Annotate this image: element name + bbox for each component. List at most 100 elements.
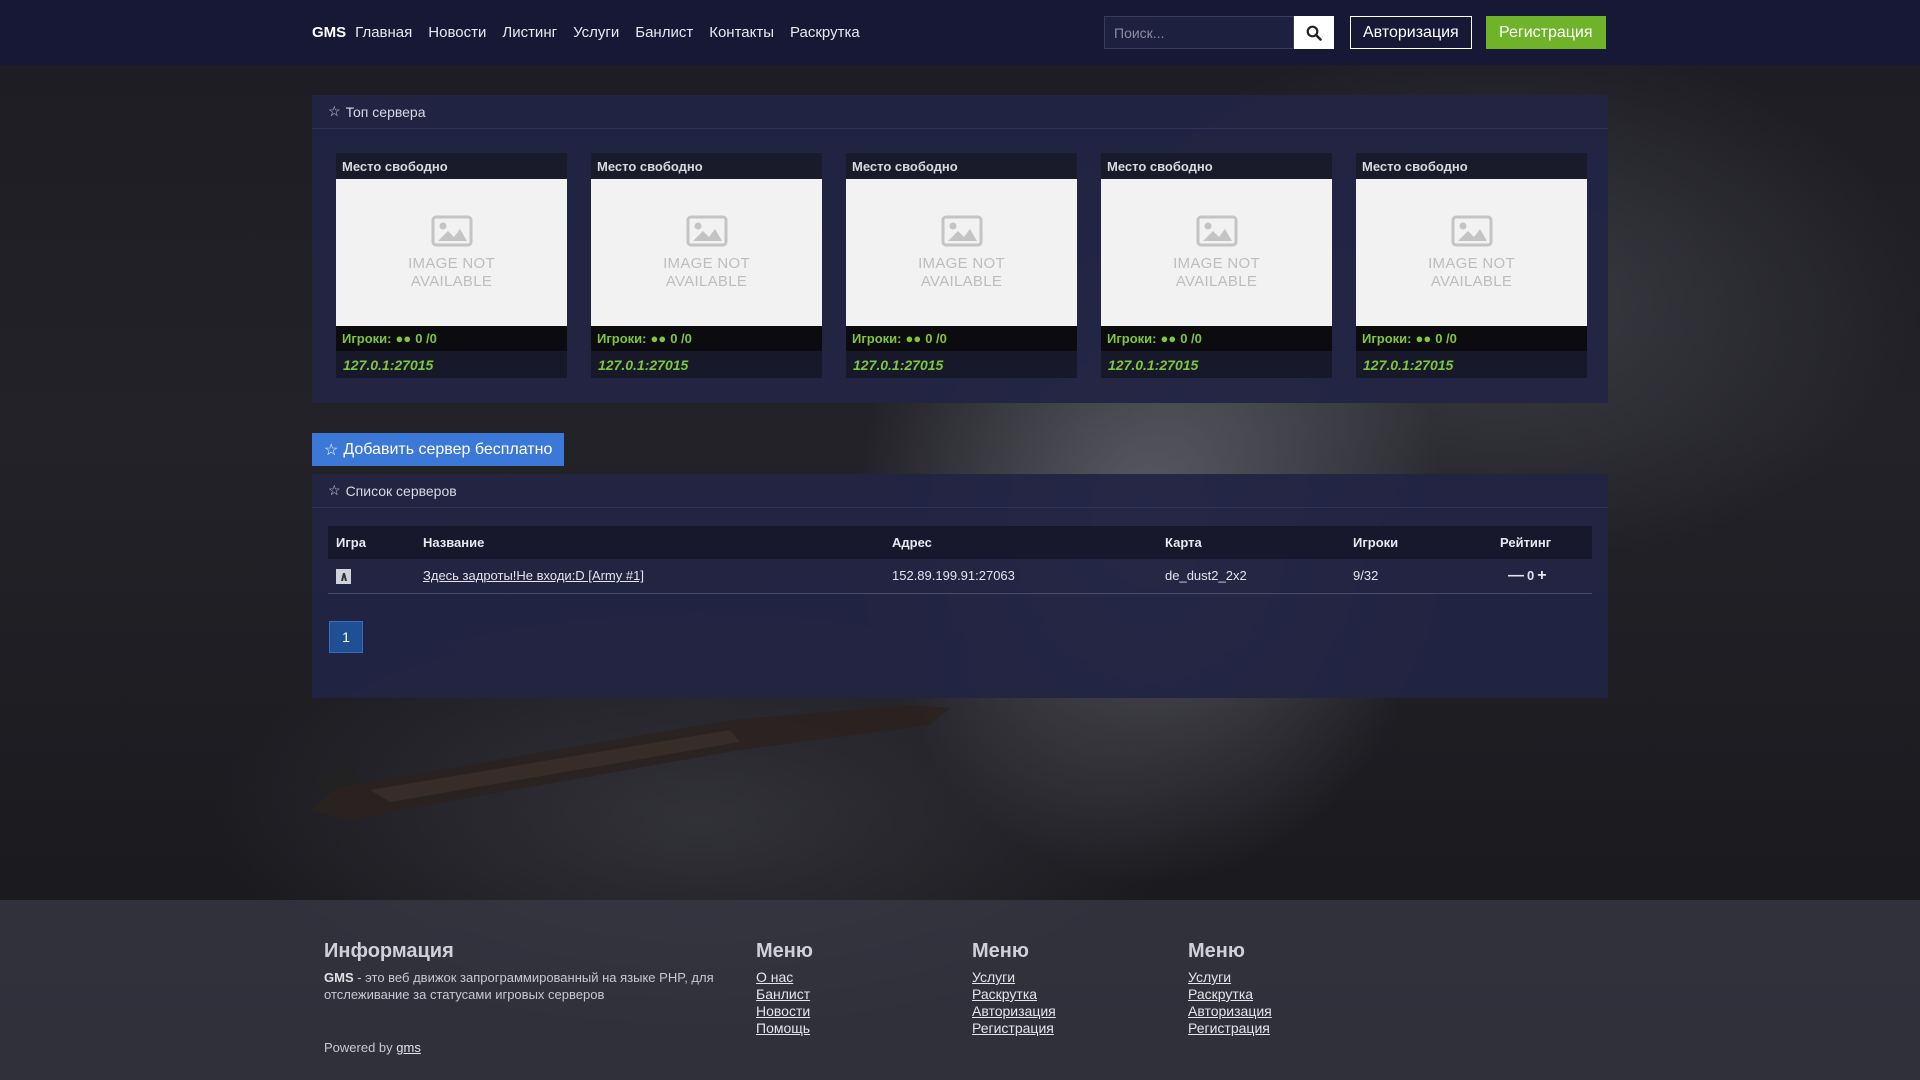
footer-link-login[interactable]: Авторизация bbox=[972, 1003, 1056, 1020]
star-icon: ☆ bbox=[328, 103, 341, 119]
card-image-text-1: IMAGE NOT bbox=[408, 254, 495, 272]
top-navbar: GMS Главная Новости Листинг Услуги Банли… bbox=[0, 0, 1920, 65]
server-name-link[interactable]: Здесь задроты!Не входи:D [Army #1] bbox=[423, 568, 644, 583]
server-card[interactable]: Место свободно IMAGE NOT AVAILABLE Игрок… bbox=[591, 153, 822, 378]
card-image: IMAGE NOT AVAILABLE bbox=[846, 179, 1077, 326]
server-list-title: Список серверов bbox=[345, 482, 457, 499]
footer-info-brand: GMS bbox=[324, 970, 354, 985]
column-players[interactable]: Игроки bbox=[1345, 526, 1492, 559]
server-card[interactable]: Место свободно IMAGE NOT AVAILABLE Игрок… bbox=[846, 153, 1077, 378]
footer-menu-1: Меню О нас Банлист Новости Помощь bbox=[756, 940, 813, 1037]
card-players: Игроки: ●● 0 /0 bbox=[846, 326, 1077, 351]
nav-menu: GMS Главная Новости Листинг Услуги Банли… bbox=[312, 0, 876, 65]
footer-link-banlist[interactable]: Банлист bbox=[756, 986, 813, 1003]
footer-link-login[interactable]: Авторизация bbox=[1188, 1003, 1272, 1020]
rifle-background-art bbox=[310, 705, 950, 820]
footer-link-help[interactable]: Помощь bbox=[756, 1020, 813, 1037]
card-image: IMAGE NOT AVAILABLE bbox=[336, 179, 567, 326]
footer-link-register[interactable]: Регистрация bbox=[972, 1020, 1056, 1037]
rating-minus-icon[interactable]: — bbox=[1508, 567, 1524, 585]
powered-by-prefix: Powered by bbox=[324, 1040, 397, 1055]
server-table: Игра Название Адрес Карта Игроки Рейтинг… bbox=[328, 526, 1592, 594]
footer-link-promotion[interactable]: Раскрутка bbox=[1188, 986, 1272, 1003]
card-image: IMAGE NOT AVAILABLE bbox=[1101, 179, 1332, 326]
nav-link-contacts[interactable]: Контакты bbox=[709, 24, 774, 41]
card-ip: 127.0.1:27015 bbox=[846, 351, 1077, 378]
image-placeholder-icon bbox=[431, 215, 472, 246]
nav-link-listing[interactable]: Листинг bbox=[502, 24, 557, 41]
card-players: Игроки: ●● 0 /0 bbox=[1101, 326, 1332, 351]
server-card[interactable]: Место свободно IMAGE NOT AVAILABLE Игрок… bbox=[1356, 153, 1587, 378]
server-card[interactable]: Место свободно IMAGE NOT AVAILABLE Игрок… bbox=[1101, 153, 1332, 378]
game-cell bbox=[328, 559, 415, 593]
card-players-label: Игроки: bbox=[852, 331, 902, 346]
image-placeholder-icon bbox=[941, 215, 982, 246]
card-ip: 127.0.1:27015 bbox=[591, 351, 822, 378]
card-image-text-2: AVAILABLE bbox=[665, 272, 748, 290]
column-name[interactable]: Название bbox=[415, 526, 884, 559]
add-server-label: Добавить сервер бесплатно bbox=[343, 440, 553, 458]
card-image-text-1: IMAGE NOT bbox=[663, 254, 750, 272]
card-players-value: 0 /0 bbox=[925, 331, 947, 346]
server-address: 152.89.199.91:27063 bbox=[892, 568, 1015, 584]
footer-link-about[interactable]: О нас bbox=[756, 969, 813, 986]
card-image-text-1: IMAGE NOT bbox=[918, 254, 1005, 272]
image-placeholder-icon bbox=[1451, 215, 1492, 246]
card-image-text-2: AVAILABLE bbox=[410, 272, 493, 290]
card-players-value: 0 /0 bbox=[1435, 331, 1457, 346]
footer-link-register[interactable]: Регистрация bbox=[1188, 1020, 1272, 1037]
rating-value: 0 bbox=[1527, 568, 1535, 584]
footer-link-services[interactable]: Услуги bbox=[1188, 969, 1272, 986]
users-icon: ●● bbox=[1160, 331, 1177, 346]
nav-link-promotion[interactable]: Раскрутка bbox=[790, 24, 860, 41]
card-ip: 127.0.1:27015 bbox=[1101, 351, 1332, 378]
search-button[interactable] bbox=[1294, 16, 1334, 49]
footer-menu-3: Меню Услуги Раскрутка Авторизация Регист… bbox=[1188, 940, 1272, 1037]
table-header-row: Игра Название Адрес Карта Игроки Рейтинг bbox=[328, 526, 1592, 559]
powered-by-link[interactable]: gms bbox=[396, 1040, 421, 1055]
login-button[interactable]: Авторизация bbox=[1350, 16, 1472, 49]
top-servers-header: ☆ Топ сервера bbox=[312, 95, 1608, 129]
users-icon: ●● bbox=[650, 331, 667, 346]
card-title: Место свободно bbox=[591, 153, 822, 179]
card-players-value: 0 /0 bbox=[415, 331, 437, 346]
footer-info-title: Информация bbox=[324, 940, 454, 962]
image-placeholder-icon bbox=[686, 215, 727, 246]
card-image-text-2: AVAILABLE bbox=[920, 272, 1003, 290]
rating-plus-icon[interactable]: + bbox=[1537, 567, 1546, 585]
users-icon: ●● bbox=[395, 331, 412, 346]
column-map[interactable]: Карта bbox=[1157, 526, 1345, 559]
server-players: 9/32 bbox=[1353, 568, 1379, 584]
footer-link-news[interactable]: Новости bbox=[756, 1003, 813, 1020]
card-image-text-2: AVAILABLE bbox=[1430, 272, 1513, 290]
footer-link-promotion[interactable]: Раскрутка bbox=[972, 986, 1056, 1003]
table-row: Здесь задроты!Не входи:D [Army #1] 152.8… bbox=[328, 559, 1592, 593]
column-address[interactable]: Адрес bbox=[884, 526, 1157, 559]
card-players: Игроки: ●● 0 /0 bbox=[1356, 326, 1587, 351]
card-players-label: Игроки: bbox=[1362, 331, 1412, 346]
card-title: Место свободно bbox=[1101, 153, 1332, 179]
card-players-label: Игроки: bbox=[1107, 331, 1157, 346]
footer-info: Информация GMS - это веб движок запрогра… bbox=[324, 940, 744, 1003]
column-rating[interactable]: Рейтинг bbox=[1492, 526, 1592, 559]
card-image: IMAGE NOT AVAILABLE bbox=[1356, 179, 1587, 326]
nav-link-home[interactable]: Главная bbox=[355, 24, 412, 41]
card-title: Место свободно bbox=[336, 153, 567, 179]
nav-link-services[interactable]: Услуги bbox=[573, 24, 619, 41]
register-button[interactable]: Регистрация bbox=[1486, 16, 1606, 49]
nav-link-news[interactable]: Новости bbox=[428, 24, 486, 41]
server-card[interactable]: Место свободно IMAGE NOT AVAILABLE Игрок… bbox=[336, 153, 567, 378]
pagination-page-1[interactable]: 1 bbox=[329, 621, 363, 653]
users-icon: ●● bbox=[905, 331, 922, 346]
rating-control: — 0 + bbox=[1500, 567, 1592, 585]
star-icon: ☆ bbox=[324, 441, 339, 459]
brand-logo[interactable]: GMS bbox=[312, 24, 346, 41]
server-list-header: ☆ Список серверов bbox=[312, 474, 1608, 508]
card-players-value: 0 /0 bbox=[1180, 331, 1202, 346]
footer-link-services[interactable]: Услуги bbox=[972, 969, 1056, 986]
add-server-button[interactable]: ☆ Добавить сервер бесплатно bbox=[312, 433, 565, 466]
footer-menu-title: Меню bbox=[972, 940, 1029, 962]
column-game[interactable]: Игра bbox=[328, 526, 415, 559]
nav-link-banlist[interactable]: Банлист bbox=[635, 24, 693, 41]
search-input[interactable] bbox=[1104, 16, 1294, 49]
